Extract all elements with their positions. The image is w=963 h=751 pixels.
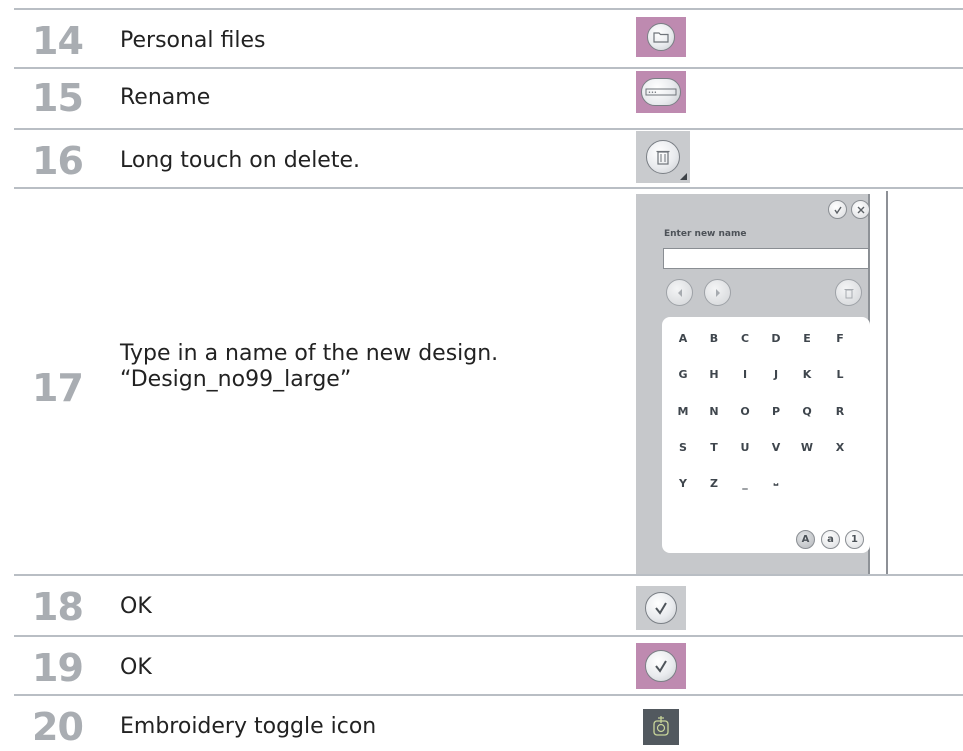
key[interactable]: S	[676, 441, 690, 454]
field-label: Enter new name	[664, 229, 747, 239]
arrow-right-icon	[715, 288, 720, 297]
name-input[interactable]	[663, 248, 869, 269]
checkmark-icon	[645, 650, 677, 682]
table-row: 15 Rename	[14, 67, 963, 129]
divider	[886, 191, 888, 576]
key[interactable]: _	[738, 477, 752, 490]
svg-text:•••: •••	[648, 90, 657, 96]
key[interactable]: J	[769, 368, 783, 381]
key[interactable]: H	[707, 368, 721, 381]
personal-files-button[interactable]	[636, 17, 686, 57]
step-number: 17	[32, 366, 84, 410]
key[interactable]: A	[676, 332, 690, 345]
key[interactable]: Q	[800, 405, 814, 418]
confirm-button[interactable]	[828, 200, 847, 219]
step-description: OK	[120, 655, 152, 680]
checkmark-icon	[645, 592, 677, 624]
close-button[interactable]	[851, 200, 870, 219]
key[interactable]: B	[707, 332, 721, 345]
table-row: 16 Long touch on delete.	[14, 128, 963, 188]
step-description-line: Type in a name of the new design.	[120, 341, 499, 366]
step-number: 20	[32, 705, 84, 749]
long-press-indicator-icon	[680, 173, 687, 180]
backspace-button[interactable]	[835, 279, 862, 306]
arrow-left-icon	[677, 288, 682, 297]
embroidery-toggle-button[interactable]	[643, 709, 679, 745]
key[interactable]: P	[769, 405, 783, 418]
key[interactable]: W	[800, 441, 814, 454]
trash-icon	[844, 288, 853, 298]
trash-icon	[646, 140, 680, 174]
key[interactable]: N	[707, 405, 721, 418]
step-number: 19	[32, 646, 84, 690]
key[interactable]: O	[738, 405, 752, 418]
delete-button[interactable]	[636, 131, 690, 183]
ok-button[interactable]	[636, 643, 686, 689]
close-icon	[857, 206, 864, 213]
step-description: Personal files	[120, 28, 266, 53]
table-row: 18 OK	[14, 574, 963, 636]
key[interactable]: V	[769, 441, 783, 454]
step-description: Embroidery toggle icon	[120, 714, 377, 739]
space-key[interactable]: ⎵	[769, 473, 783, 487]
key[interactable]: Z	[707, 477, 721, 490]
ok-button[interactable]	[636, 586, 686, 630]
embroidery-icon	[653, 716, 669, 736]
step-number: 14	[32, 19, 84, 63]
key[interactable]: F	[833, 332, 847, 345]
rename-icon: •••	[641, 78, 681, 106]
step-description-line: “Design_no99_large”	[120, 367, 352, 393]
cursor-right-button[interactable]	[704, 279, 731, 306]
lowercase-mode-button[interactable]: a	[821, 530, 840, 549]
key[interactable]: M	[676, 405, 690, 418]
key[interactable]: T	[707, 441, 721, 454]
step-description: OK	[120, 594, 152, 619]
step-number: 15	[32, 76, 84, 120]
key[interactable]: D	[769, 332, 783, 345]
table-row: 20 Embroidery toggle icon	[14, 694, 963, 751]
key[interactable]: U	[738, 441, 752, 454]
key[interactable]: R	[833, 405, 847, 418]
numeric-mode-button[interactable]: 1	[845, 530, 864, 549]
checkmark-icon	[833, 206, 842, 214]
key[interactable]: Y	[676, 477, 690, 490]
step-number: 18	[32, 585, 84, 629]
rename-button[interactable]: •••	[636, 71, 686, 113]
keyboard-keys: A B C D E F G H I J K L M N O P Q R S T …	[662, 317, 870, 553]
step-description: Long touch on delete.	[120, 148, 360, 173]
key[interactable]: L	[833, 368, 847, 381]
key[interactable]: G	[676, 368, 690, 381]
key[interactable]: C	[738, 332, 752, 345]
table-row: 14 Personal files	[14, 8, 963, 68]
rename-keyboard-panel: Enter new name A B C D E F G H I J K L M…	[636, 194, 870, 576]
step-description: Type in a name of the new design. “Desig…	[120, 341, 498, 394]
step-description: Rename	[120, 85, 211, 110]
key[interactable]: K	[800, 368, 814, 381]
key[interactable]: I	[738, 368, 752, 381]
table-row: 19 OK	[14, 635, 963, 695]
folder-icon	[647, 23, 675, 51]
key[interactable]: E	[800, 332, 814, 345]
step-number: 16	[32, 139, 84, 183]
key[interactable]: X	[833, 441, 847, 454]
uppercase-mode-button[interactable]: A	[796, 530, 815, 549]
cursor-left-button[interactable]	[666, 279, 693, 306]
